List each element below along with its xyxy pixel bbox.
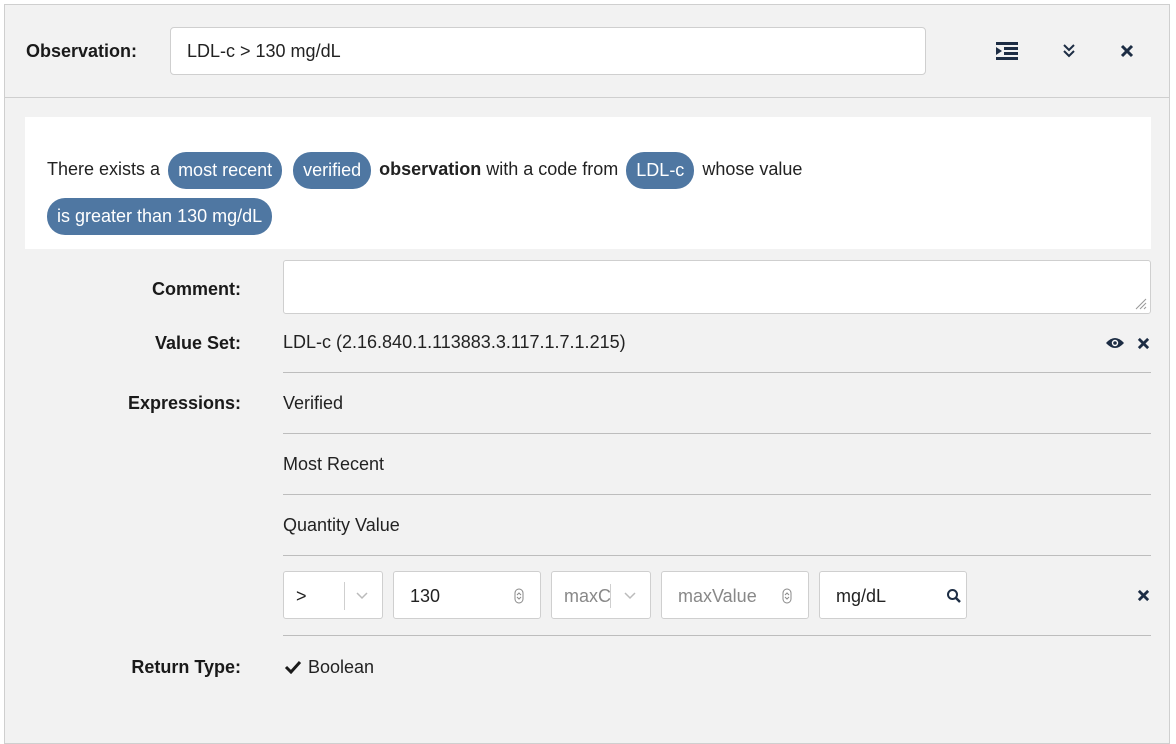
observation-title-input[interactable] — [170, 27, 926, 75]
max-value-placeholder: maxValue — [678, 586, 757, 606]
max-operator-select[interactable]: maxC — [551, 571, 651, 619]
max-value-input[interactable]: maxValue — [661, 571, 809, 619]
value-set-label: Value Set: — [154, 333, 241, 353]
double-chevron-down-icon — [1063, 44, 1075, 58]
remove-quantity-button[interactable] — [1133, 585, 1153, 605]
divider — [283, 555, 1151, 556]
observation-panel: Observation: There exists a — [4, 4, 1170, 744]
operator-value: > — [296, 586, 307, 606]
stepper-icon[interactable] — [782, 588, 792, 604]
stepper-icon[interactable] — [514, 588, 524, 604]
summary-bold-word: observation — [379, 159, 482, 179]
pill-verified[interactable]: verified — [293, 151, 372, 189]
check-icon — [284, 660, 302, 674]
outdent-button[interactable] — [991, 35, 1023, 67]
remove-value-set-button[interactable] — [1133, 333, 1153, 353]
min-value: 130 — [410, 586, 441, 606]
value-set-value: LDL-c (2.16.840.1.113883.3.117.1.7.1.215… — [283, 332, 626, 352]
expression-summary: There exists a most recent verified obse… — [25, 117, 1151, 249]
pill-most-recent[interactable]: most recent — [168, 151, 283, 189]
pill-value[interactable]: is greater than 130 mg/dL — [47, 197, 273, 235]
summary-mid-text: with a code from — [486, 159, 619, 179]
divider — [283, 433, 1151, 434]
close-icon — [1120, 44, 1134, 58]
comment-label: Comment: — [152, 279, 241, 299]
expression-item-quantity-value[interactable]: Quantity Value — [283, 515, 400, 536]
close-icon — [1137, 337, 1149, 349]
unit-input[interactable]: mg/dL — [819, 571, 967, 619]
divider — [283, 372, 1151, 373]
max-operator-placeholder: maxC — [564, 586, 612, 606]
chevron-down-icon — [624, 592, 636, 600]
collapse-button[interactable] — [1053, 35, 1085, 67]
expression-item-verified[interactable]: Verified — [283, 393, 343, 414]
chevron-down-icon — [356, 592, 368, 600]
divider — [283, 635, 1151, 636]
close-icon — [1137, 589, 1149, 601]
resize-grip-icon[interactable] — [1135, 298, 1147, 310]
operator-select[interactable]: > — [283, 571, 383, 619]
expressions-label: Expressions: — [127, 393, 241, 413]
select-separator — [344, 582, 345, 610]
return-type-value: Boolean — [308, 657, 375, 677]
unit-value: mg/dL — [836, 586, 887, 606]
outdent-icon — [996, 42, 1018, 60]
observation-label: Observation: — [26, 41, 138, 61]
comment-textarea[interactable] — [283, 260, 1151, 314]
select-separator — [610, 584, 611, 608]
eye-icon — [1106, 338, 1124, 348]
pill-code[interactable]: LDL-c — [626, 151, 695, 189]
return-type-label: Return Type: — [131, 657, 241, 677]
remove-observation-button[interactable] — [1111, 35, 1143, 67]
panel-header: Observation: — [5, 5, 1169, 98]
summary-prefix: There exists a — [47, 159, 161, 179]
view-value-set-button[interactable] — [1103, 333, 1127, 353]
summary-suffix: whose value — [702, 159, 803, 179]
min-value-input[interactable]: 130 — [393, 571, 541, 619]
divider — [283, 494, 1151, 495]
search-icon[interactable] — [946, 588, 962, 604]
expression-item-most-recent[interactable]: Most Recent — [283, 454, 384, 475]
